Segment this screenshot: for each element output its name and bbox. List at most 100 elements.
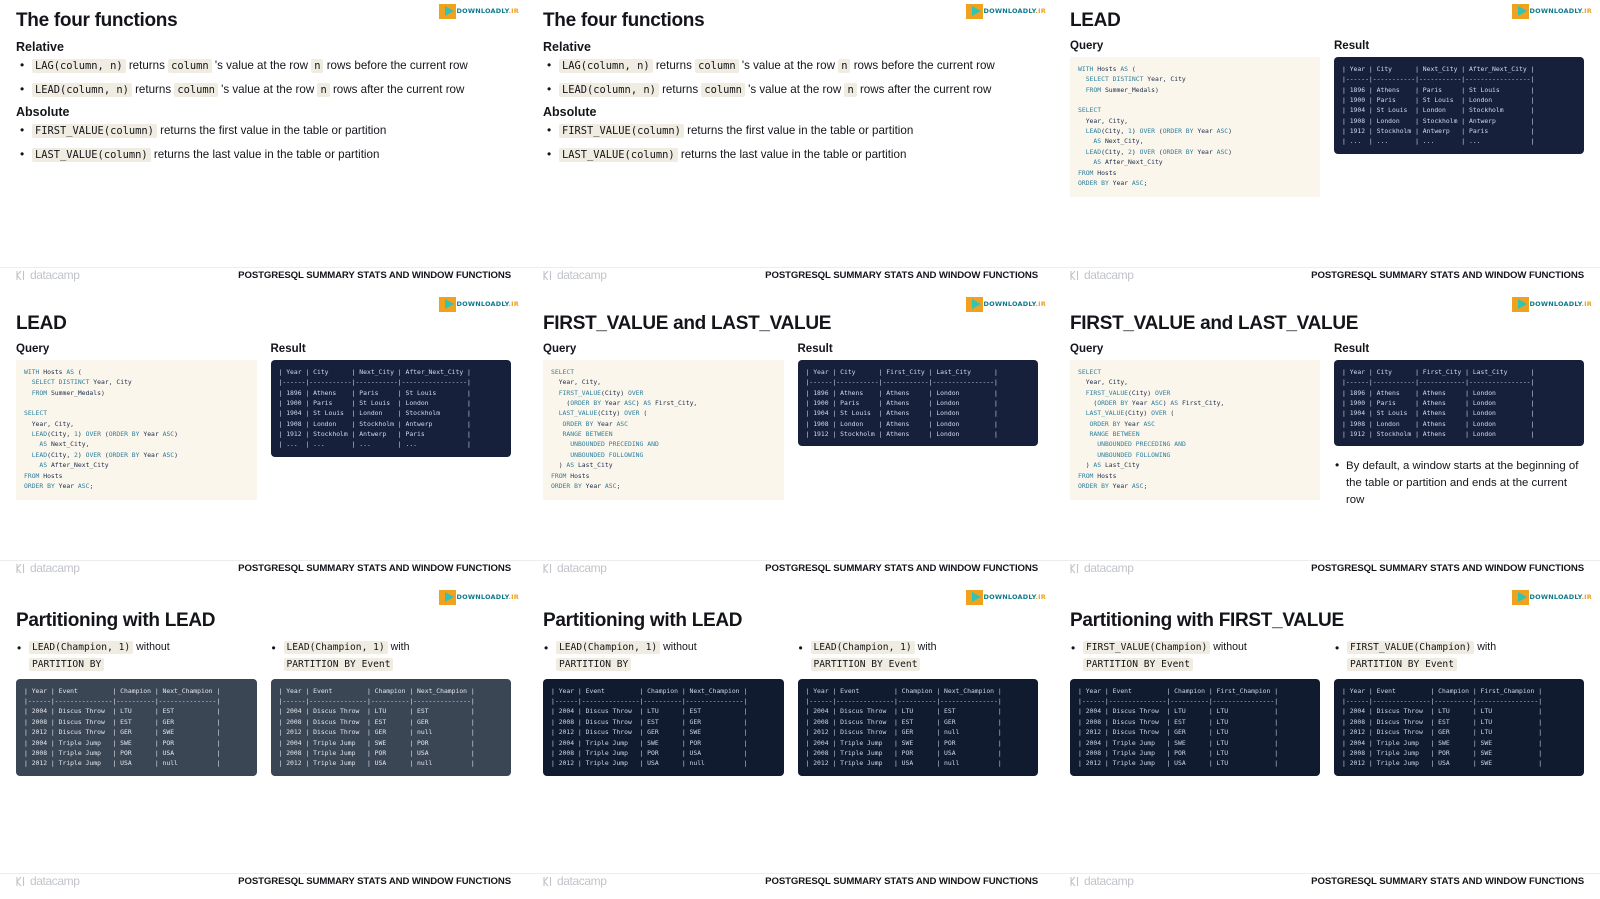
code-token: column: [695, 58, 739, 73]
list-item: LEAD(column, n) returns column 's value …: [18, 81, 511, 99]
item-text: returns: [125, 58, 169, 72]
code-token: FIRST_VALUE(Champion): [1083, 640, 1211, 654]
query-column: Query SELECT Year, City, FIRST_VALUE(Cit…: [543, 343, 784, 501]
slide-footer: datacamp POSTGRESQL SUMMARY STATS AND WI…: [0, 267, 527, 283]
watermark-label: DOWNLOADLY.IR: [456, 593, 519, 601]
datacamp-logo: datacamp: [16, 561, 80, 575]
datacamp-logo: datacamp: [1070, 268, 1134, 282]
slide-partitioning-lead-1[interactable]: DOWNLOADLY.IR Partitioning with LEAD LEA…: [0, 586, 527, 899]
downloadly-watermark: DOWNLOADLY.IR: [1511, 589, 1592, 605]
watermark-label: DOWNLOADLY.IR: [1529, 300, 1592, 308]
datacamp-wordmark: datacamp: [30, 268, 80, 282]
bullet-with-partition: FIRST_VALUE(Champion) with PARTITION BY E…: [1334, 639, 1584, 673]
sql-query-block: SELECT Year, City, FIRST_VALUE(City) OVE…: [1070, 359, 1320, 501]
datacamp-logo: datacamp: [543, 561, 607, 575]
code-token: LEAD(Champion, 1): [556, 640, 661, 654]
result-table-without-partition: | Year | Event | Champion | First_Champi…: [1070, 678, 1320, 776]
slide-four-functions-1[interactable]: DOWNLOADLY.IR The four functions Relativ…: [0, 0, 527, 293]
code-token: LEAD(Champion, 1): [29, 640, 134, 654]
footer-divider: [1054, 267, 1600, 268]
code-token: LAG(column, n): [559, 58, 653, 73]
play-badge-icon: [1511, 589, 1529, 605]
code-token: LEAD(Champion, 1): [810, 640, 915, 654]
slide-lead-2[interactable]: DOWNLOADLY.IR LEAD Query WITH Hosts AS (…: [0, 293, 527, 586]
absolute-function-list: FIRST_VALUE(column) returns the first va…: [18, 122, 511, 164]
page-title: Partitioning with LEAD: [16, 610, 216, 631]
result-column: Result | Year | City | Next_City | After…: [270, 342, 511, 501]
item-text: returns the last value in the table or p…: [150, 148, 380, 162]
bullet-text: without: [660, 640, 697, 653]
result-label: Result: [797, 342, 833, 355]
play-badge-icon: [1511, 3, 1529, 19]
relative-function-list: LAG(column, n) returns column 's value a…: [18, 57, 511, 99]
code-token: n: [844, 82, 857, 97]
datacamp-mark-icon: [16, 876, 27, 887]
slide-first-last-value-2[interactable]: DOWNLOADLY.IR FIRST_VALUE and LAST_VALUE…: [1054, 293, 1600, 586]
bullet-without-partition: LEAD(Champion, 1) without PARTITION BY: [16, 639, 257, 673]
item-text: 's value at the row: [738, 58, 839, 72]
code-token: PARTITION BY Event: [283, 657, 394, 671]
bullet-text: with: [387, 640, 410, 653]
without-partition-column: LEAD(Champion, 1) without PARTITION BY | …: [16, 639, 257, 776]
result-label: Result: [1334, 39, 1370, 52]
slide-deck-grid: DOWNLOADLY.IR The four functions Relativ…: [0, 0, 1600, 899]
slide-partitioning-lead-2[interactable]: DOWNLOADLY.IR Partitioning with LEAD LEA…: [527, 586, 1054, 899]
slide-partitioning-first-value[interactable]: DOWNLOADLY.IR Partitioning with FIRST_VA…: [1054, 586, 1600, 899]
query-label: Query: [16, 342, 50, 355]
slide-four-functions-2[interactable]: DOWNLOADLY.IR The four functions Relativ…: [527, 0, 1054, 293]
datacamp-logo: datacamp: [16, 268, 80, 282]
datacamp-mark-icon: [543, 563, 554, 574]
course-title: POSTGRESQL SUMMARY STATS AND WINDOW FUNC…: [765, 875, 1038, 887]
slide-first-last-value-1[interactable]: DOWNLOADLY.IR FIRST_VALUE and LAST_VALUE…: [527, 293, 1054, 586]
datacamp-mark-icon: [543, 876, 554, 887]
query-column: Query WITH Hosts AS ( SELECT DISTINCT Ye…: [1070, 40, 1320, 198]
query-column: Query WITH Hosts AS ( SELECT DISTINCT Ye…: [16, 343, 257, 501]
downloadly-watermark: DOWNLOADLY.IR: [438, 3, 519, 19]
result-table-without-partition: | Year | Event | Champion | Next_Champio…: [543, 678, 784, 776]
downloadly-watermark: DOWNLOADLY.IR: [965, 3, 1046, 19]
slide-lead-1[interactable]: DOWNLOADLY.IR LEAD Query WITH Hosts AS (…: [1054, 0, 1600, 293]
bullet-text: with: [1474, 640, 1497, 653]
list-item: LAST_VALUE(column) returns the last valu…: [545, 146, 1038, 164]
slide-footer: datacamp POSTGRESQL SUMMARY STATS AND WI…: [0, 560, 527, 576]
code-token: LAG(column, n): [32, 58, 126, 73]
item-text: 's value at the row: [211, 58, 312, 72]
query-column: Query SELECT Year, City, FIRST_VALUE(Cit…: [1070, 343, 1320, 508]
play-badge-icon: [438, 3, 456, 19]
list-item: LEAD(column, n) returns column 's value …: [545, 81, 1038, 99]
page-title: Partitioning with LEAD: [543, 610, 743, 631]
course-title: POSTGRESQL SUMMARY STATS AND WINDOW FUNC…: [238, 875, 511, 887]
item-text: 's value at the row: [217, 82, 318, 96]
datacamp-wordmark: datacamp: [1084, 561, 1134, 575]
code-token: column: [168, 58, 212, 73]
sql-query-block: WITH Hosts AS ( SELECT DISTINCT Year, Ci…: [1070, 56, 1320, 198]
code-token: FIRST_VALUE(Champion): [1347, 640, 1475, 654]
code-token: column: [701, 82, 745, 97]
downloadly-watermark: DOWNLOADLY.IR: [1511, 3, 1592, 19]
page-title: FIRST_VALUE and LAST_VALUE: [543, 313, 832, 334]
play-badge-icon: [1511, 296, 1529, 312]
result-column: Result | Year | City | First_City | Last…: [797, 342, 1038, 501]
datacamp-mark-icon: [16, 270, 27, 281]
list-item: LAG(column, n) returns column 's value a…: [18, 57, 511, 75]
page-title: LEAD: [1070, 10, 1121, 31]
code-token: PARTITION BY: [556, 657, 632, 671]
downloadly-watermark: DOWNLOADLY.IR: [438, 589, 519, 605]
slide-footer: datacamp POSTGRESQL SUMMARY STATS AND WI…: [0, 873, 527, 889]
downloadly-watermark: DOWNLOADLY.IR: [965, 296, 1046, 312]
watermark-label: DOWNLOADLY.IR: [1529, 593, 1592, 601]
bullet-with-partition: LEAD(Champion, 1) with PARTITION BY Event: [271, 639, 512, 673]
code-token: PARTITION BY: [29, 657, 105, 671]
result-table-with-partition: | Year | Event | Champion | First_Champi…: [1334, 678, 1584, 776]
with-partition-column: FIRST_VALUE(Champion) with PARTITION BY E…: [1334, 639, 1584, 776]
play-badge-icon: [965, 589, 983, 605]
result-label: Result: [270, 342, 306, 355]
page-title: The four functions: [16, 10, 178, 31]
bullet-with-partition: LEAD(Champion, 1) with PARTITION BY Event: [798, 639, 1039, 673]
list-item: LAG(column, n) returns column 's value a…: [545, 57, 1038, 75]
downloadly-watermark: DOWNLOADLY.IR: [965, 589, 1046, 605]
datacamp-wordmark: datacamp: [557, 874, 607, 888]
page-title: The four functions: [543, 10, 705, 31]
datacamp-wordmark: datacamp: [30, 561, 80, 575]
datacamp-logo: datacamp: [1070, 874, 1134, 888]
